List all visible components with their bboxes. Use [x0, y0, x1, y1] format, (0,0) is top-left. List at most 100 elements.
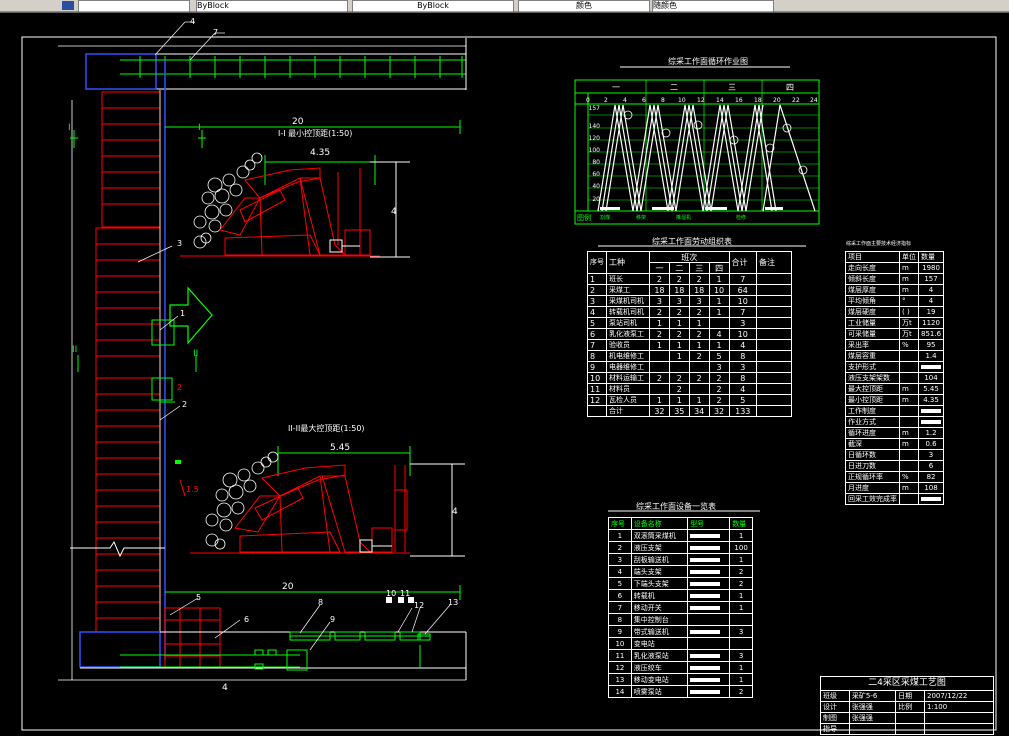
tech-value: 4 — [917, 284, 945, 296]
labor-cell: 3 — [668, 295, 690, 307]
equip-model — [687, 649, 731, 662]
labor-cell: 5 — [728, 394, 757, 406]
callout-12: 12 — [414, 601, 424, 610]
dim-bottom-label: 20 — [282, 582, 294, 592]
tech-item: 工业储量 — [845, 317, 900, 329]
dim-large-h-label: 4 — [452, 507, 458, 517]
equip-qty — [729, 637, 753, 650]
labor-cell: 10 — [587, 372, 607, 384]
equip-row: 13 移动变电站 1 — [608, 673, 753, 686]
tb-value-guide — [848, 723, 897, 735]
callout-13: 13 — [448, 598, 458, 607]
tech-unit — [899, 493, 919, 505]
tech-row: 采出率% 95 — [845, 339, 945, 351]
tb-blank-2 — [924, 712, 994, 724]
model-redacted-bar — [690, 653, 721, 658]
callout-10: 10 — [386, 589, 396, 598]
cycle-hour-22: 22 — [792, 97, 800, 104]
tech-item: 采出率 — [845, 339, 900, 351]
equip-model — [687, 685, 731, 698]
tech-h-item: 项目 — [845, 251, 900, 263]
tech-table-title: 综采工作面主要技术经济指标 — [846, 240, 911, 247]
tech-unit: m — [899, 262, 919, 274]
equip-table-title: 综采工作面设备一览表 — [636, 501, 716, 511]
equip-row: 5 下端头支架 2 — [608, 577, 753, 590]
labor-cell — [668, 361, 690, 373]
labor-cell: 4 — [728, 339, 757, 351]
cycle-chart-title: 综采工作面循环作业图 — [668, 56, 748, 66]
cycle-y-20: 20 — [592, 196, 600, 203]
equip-h-name: 设备名称 — [630, 517, 689, 530]
labor-cell: 34 — [688, 405, 710, 417]
labor-job: 机电维修工 — [606, 350, 650, 362]
model-redacted-bar — [690, 581, 721, 586]
cycle-chart-baseline-bars — [600, 207, 783, 210]
labor-job: 合计 — [606, 405, 650, 417]
labor-row: 9 电器维修工 3 3 — [587, 361, 792, 373]
callout-1: 1 — [180, 309, 185, 318]
tech-unit: ° — [899, 295, 919, 307]
equip-seq: 2 — [608, 541, 632, 554]
labor-note — [756, 350, 792, 362]
labor-h-seq: 序号 — [587, 251, 607, 274]
tech-value: 95 — [917, 339, 945, 351]
labor-note — [756, 383, 792, 395]
labor-cell: 10 — [728, 295, 757, 307]
labor-cell: 2 — [649, 306, 670, 318]
equip-seq: 12 — [608, 661, 632, 674]
equip-seq: 14 — [608, 685, 632, 698]
tech-item: 支护形式 — [845, 361, 900, 373]
callout-9: 9 — [330, 615, 335, 624]
labor-cell: 2 — [649, 273, 670, 285]
equip-row: 11 乳化液泵站 3 — [608, 649, 753, 662]
legend-push: 推溜机 — [676, 214, 691, 221]
green-mark — [175, 460, 181, 464]
tech-unit: m — [899, 438, 919, 450]
section2-title: II-II最大控顶距(1:50) — [288, 423, 365, 433]
tech-unit: ( ) — [899, 306, 919, 318]
tech-row: 作业方式 — [845, 416, 945, 428]
tech-value: 1980 — [917, 262, 945, 274]
section-max-shearer — [359, 539, 392, 553]
tb-blank-4 — [924, 723, 994, 735]
tech-row: 走向长度 m 1980 — [845, 262, 945, 274]
tech-h-qty: 数量 — [917, 251, 945, 263]
model-redacted-bar — [690, 677, 721, 682]
labor-job: 采煤机司机 — [606, 295, 650, 307]
labor-row: 1 班长 2 2 2 1 7 — [587, 273, 792, 285]
cycle-hour-10: 10 — [678, 97, 686, 104]
tech-row: 平均倾角 ° 4 — [845, 295, 945, 307]
tb-blank-3 — [895, 723, 926, 735]
advance-arrow — [169, 286, 213, 345]
labor-job: 采煤工 — [606, 284, 650, 296]
section-min-gob — [193, 152, 263, 249]
equip-qty — [729, 613, 753, 626]
labor-cell: 5 — [587, 317, 607, 329]
labor-h-shifts: 班次 — [649, 251, 730, 263]
cycle-shift-2: 二 — [670, 83, 678, 92]
equip-row: 3 刮板输送机 1 — [608, 553, 753, 566]
labor-cell: 1 — [587, 273, 607, 285]
model-redacted-bar — [690, 557, 721, 562]
cycle-hour-12: 12 — [697, 97, 705, 104]
tech-item: 回采工效完成率 — [845, 493, 900, 505]
labor-cell: 2 — [708, 372, 730, 384]
equip-model — [687, 577, 731, 590]
labor-cell: 18 — [688, 284, 710, 296]
section-max-drawing — [190, 446, 465, 557]
labor-cell: 18 — [668, 284, 690, 296]
dim-gap2-label: 1.5 — [186, 485, 199, 494]
labor-cell: 1 — [688, 394, 710, 406]
tech-item: 可采储量 — [845, 328, 900, 340]
tech-item: 截深 — [845, 438, 900, 450]
tech-row: 工业储量 万t 1120 — [845, 317, 945, 329]
equip-row: 4 端头支架 2 — [608, 565, 753, 578]
tech-unit — [899, 372, 919, 384]
tech-row: 循环进度 m 1.2 — [845, 427, 945, 439]
labor-cell: 1 — [708, 295, 730, 307]
equip-seq: 6 — [608, 589, 632, 602]
labor-cell: 4 — [728, 383, 757, 395]
shearer-drum — [151, 377, 173, 401]
labor-cell: 8 — [728, 350, 757, 362]
labor-cell: 2 — [649, 328, 670, 340]
